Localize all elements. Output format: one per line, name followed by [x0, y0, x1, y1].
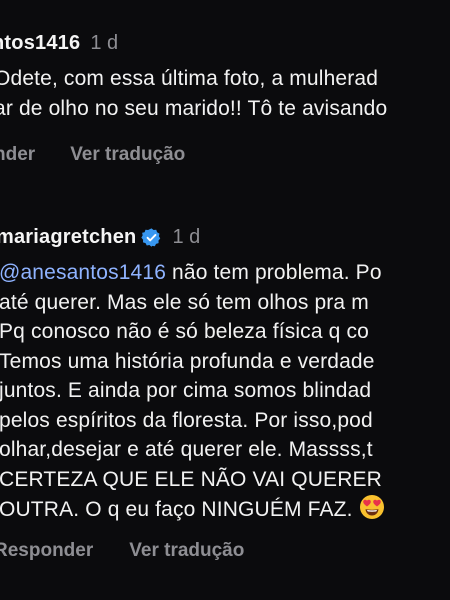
comment-text-line: até querer. Mas ele só tem olhos pra m: [0, 290, 369, 314]
comment-text: @anesantos1416 não tem problema. Po até …: [0, 258, 385, 525]
comment-text-line: ar de olho no seu marido!! Tô te avisand…: [0, 96, 388, 120]
comment-text-line: juntos. E ainda por cima somos blindad: [0, 379, 372, 402]
comment-username[interactable]: ntos1416: [0, 32, 80, 55]
comment-text-line: olhar,desejar e até querer ele. Massss,t: [0, 438, 373, 461]
comment-text-line: OUTRA. O q eu faço NINGUÉM FAZ.: [0, 494, 385, 525]
comment-text-segment: OUTRA. O q eu faço NINGUÉM FAZ.: [0, 498, 353, 521]
comment-text-segment: não tem problema. Po: [166, 261, 382, 284]
smiling-face-with-heart-eyes-icon: [359, 494, 385, 520]
comment-text-line: pelos espíritos da floresta. Por isso,po…: [0, 408, 373, 432]
see-translation-button[interactable]: Ver tradução: [70, 144, 185, 166]
comment-text-line: Odete, com essa última foto, a mulherad: [0, 67, 379, 90]
comment-header: ntos1416 1 d: [0, 32, 118, 55]
reply-button[interactable]: Responder: [0, 540, 93, 562]
comment-text-line: CERTEZA QUE ELE NÃO VAI QUERER: [0, 467, 382, 491]
comment-actions: Responder Ver tradução: [0, 540, 244, 562]
comment-text: Odete, com essa última foto, a mulherad …: [0, 64, 387, 123]
comment-text-line: @anesantos1416 não tem problema. Po: [0, 258, 385, 288]
comment-username[interactable]: mariagretchen: [0, 226, 136, 249]
comment-timestamp: 1 d: [172, 226, 201, 248]
comment-text-line: Temos uma história profunda e verdade: [0, 349, 375, 373]
comment-text-line: Pq conosco não é só beleza física q co: [0, 320, 369, 343]
comment-timestamp: 1 d: [90, 32, 119, 54]
comment-header: mariagretchen 1 d: [0, 226, 200, 249]
mention-link[interactable]: @anesantos1416: [0, 261, 166, 284]
reply-button[interactable]: nder: [0, 144, 35, 166]
verified-badge-icon: [141, 227, 162, 248]
see-translation-button[interactable]: Ver tradução: [129, 540, 244, 562]
comment-actions: nder Ver tradução: [0, 144, 185, 166]
